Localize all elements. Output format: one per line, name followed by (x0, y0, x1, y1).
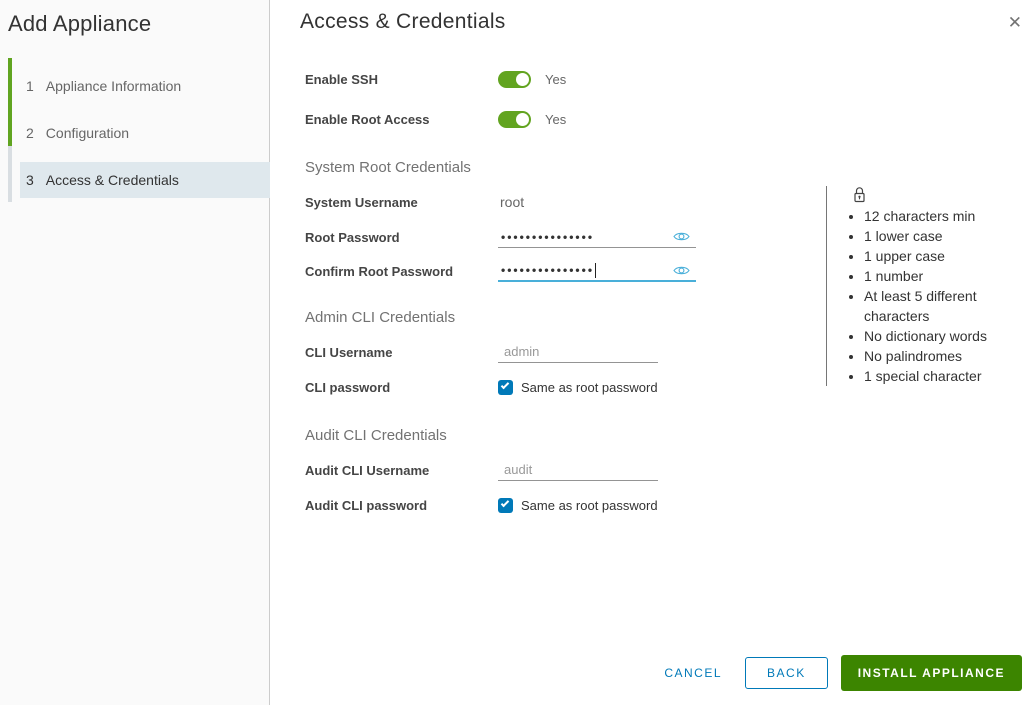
enable-root-access-value: Yes (545, 112, 567, 127)
wizard-sidebar: Add Appliance 1 Appliance Information 2 … (0, 0, 270, 705)
enable-root-access-label: Enable Root Access (305, 112, 430, 127)
wizard-footer: CANCEL BACK INSTALL APPLIANCE (664, 655, 1022, 691)
back-button[interactable]: BACK (745, 657, 828, 689)
root-password-label: Root Password (305, 229, 400, 245)
step-label: Access & Credentials (45, 172, 179, 188)
enable-ssh-row: Enable SSH Yes (305, 71, 566, 88)
cli-password-row: CLI password Same as root password (305, 379, 658, 395)
cli-username-label: CLI Username (305, 344, 393, 360)
step-label: Configuration (45, 125, 130, 141)
sidebar-step-configuration[interactable]: 2 Configuration (20, 115, 270, 151)
system-username-label: System Username (305, 194, 418, 210)
eye-icon[interactable] (673, 264, 690, 277)
cli-username-row: CLI Username admin (305, 341, 658, 363)
lock-icon (853, 186, 1031, 203)
system-root-credentials-heading: System Root Credentials (305, 159, 471, 176)
audit-cli-password-label: Audit CLI password (305, 497, 428, 513)
password-requirement-item: 1 special character (864, 366, 1014, 386)
enable-ssh-toggle[interactable] (498, 71, 531, 88)
password-requirement-item: 1 upper case (864, 246, 1014, 266)
password-requirements-panel: 12 characters min 1 lower case 1 upper c… (826, 186, 1031, 386)
audit-cli-credentials-heading: Audit CLI Credentials (305, 427, 447, 444)
password-requirements-list: 12 characters min 1 lower case 1 upper c… (827, 206, 1014, 386)
password-requirement-item: 1 lower case (864, 226, 1014, 246)
step-label: Appliance Information (45, 78, 182, 94)
admin-cli-credentials-heading: Admin CLI Credentials (305, 309, 456, 326)
masked-password-text: ••••••••••••••• (501, 229, 595, 244)
enable-ssh-label: Enable SSH (305, 72, 378, 87)
password-requirement-item: No palindromes (864, 346, 1014, 366)
cli-username-input[interactable]: admin (498, 341, 658, 363)
step-number: 2 (26, 125, 34, 141)
confirm-root-password-input[interactable]: ••••••••••••••• (498, 260, 696, 282)
root-password-row: Root Password ••••••••••••••• (305, 226, 696, 248)
audit-cli-password-checkbox-label: Same as root password (521, 497, 658, 513)
enable-ssh-value: Yes (545, 72, 567, 87)
cli-password-label: CLI password (305, 379, 391, 395)
password-requirement-item: No dictionary words (864, 326, 1014, 346)
sidebar-step-appliance-information[interactable]: 1 Appliance Information (20, 68, 270, 104)
password-requirement-item: At least 5 different characters (864, 286, 1014, 326)
step-number: 1 (26, 78, 34, 94)
audit-cli-username-label: Audit CLI Username (305, 462, 430, 478)
masked-password-text: ••••••••••••••• (501, 263, 595, 277)
password-requirement-item: 12 characters min (864, 206, 1014, 226)
toggle-knob (516, 73, 529, 86)
confirm-root-password-row: Confirm Root Password ••••••••••••••• (305, 260, 696, 282)
checkmark-icon (500, 380, 510, 390)
step-progress-bar-current (8, 146, 12, 202)
install-appliance-button[interactable]: INSTALL APPLIANCE (840, 655, 1022, 691)
sidebar-step-access-credentials[interactable]: 3 Access & Credentials (20, 162, 270, 198)
cli-password-same-as-root-checkbox[interactable] (498, 379, 513, 395)
checkmark-icon (500, 498, 510, 508)
add-appliance-wizard: Add Appliance 1 Appliance Information 2 … (0, 0, 1035, 705)
system-username-row: System Username root (305, 193, 524, 211)
page-title: Access & Credentials (300, 10, 506, 33)
step-progress-bar-completed (8, 58, 12, 146)
audit-cli-password-same-as-root-checkbox[interactable] (498, 497, 513, 513)
eye-icon[interactable] (673, 230, 690, 243)
audit-cli-username-input[interactable]: audit (498, 459, 658, 481)
text-caret (595, 262, 597, 278)
cli-password-checkbox-label: Same as root password (521, 379, 658, 395)
root-password-input[interactable]: ••••••••••••••• (498, 226, 696, 248)
enable-root-access-row: Enable Root Access Yes (305, 111, 566, 128)
password-requirement-item: 1 number (864, 266, 1014, 286)
enable-root-access-toggle[interactable] (498, 111, 531, 128)
close-icon[interactable]: ✕ (1008, 14, 1022, 31)
system-username-value: root (500, 194, 525, 210)
cancel-button[interactable]: CANCEL (664, 666, 722, 680)
confirm-root-password-label: Confirm Root Password (305, 263, 454, 279)
step-number: 3 (26, 172, 34, 188)
audit-cli-username-row: Audit CLI Username audit (305, 459, 658, 481)
audit-cli-password-row: Audit CLI password Same as root password (305, 497, 658, 513)
toggle-knob (516, 113, 529, 126)
wizard-title: Add Appliance (8, 11, 152, 36)
